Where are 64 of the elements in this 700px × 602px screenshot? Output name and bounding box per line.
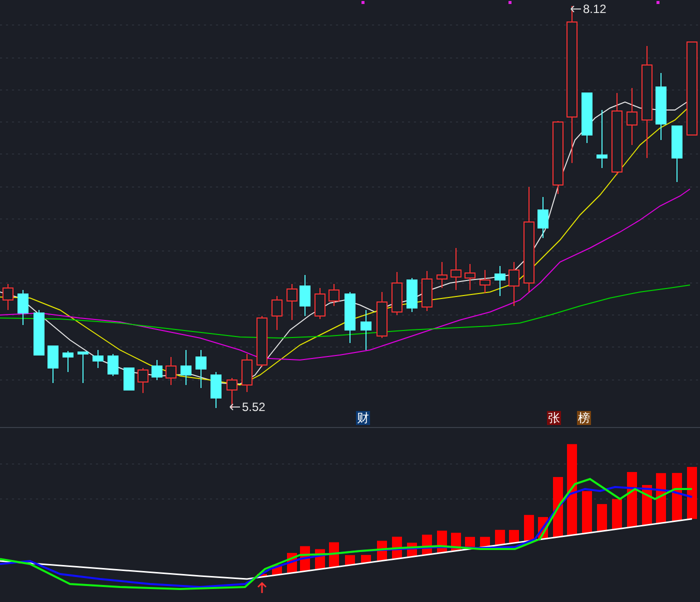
volume-bar [361, 554, 371, 563]
candlestick [2, 284, 14, 310]
candlestick [436, 262, 448, 288]
volume-bar [597, 504, 607, 532]
volume-bar [480, 536, 490, 547]
candlestick [92, 350, 104, 368]
candlestick [464, 264, 476, 290]
candlestick [314, 288, 326, 320]
candlestick [376, 292, 388, 338]
volume-bar [329, 542, 339, 568]
event-marker[interactable]: 财 [356, 411, 370, 425]
candlestick [210, 372, 222, 408]
volume-bar [672, 472, 682, 521]
candlestick [62, 350, 74, 372]
candlestick [108, 354, 118, 376]
candlestick [494, 266, 506, 296]
candlestick [596, 110, 608, 168]
candlestick [626, 88, 638, 146]
candlestick [360, 310, 372, 350]
candlestick [656, 72, 666, 140]
candlestick [196, 350, 206, 388]
arrow-left-icon [229, 403, 241, 411]
volume-bar [553, 477, 563, 538]
volume-bar [495, 530, 505, 545]
candlestick [272, 296, 282, 330]
volume-bar [627, 472, 637, 528]
event-marker[interactable]: 张 [547, 411, 561, 425]
candlestick [138, 368, 148, 394]
candlestick [34, 310, 44, 356]
candlestick [286, 284, 298, 320]
candlestick [672, 126, 682, 182]
event-marker[interactable]: 榜 [577, 411, 591, 425]
candlestick [242, 354, 252, 392]
candlestick [300, 274, 310, 316]
candlestick [124, 368, 134, 390]
volume-bar [345, 555, 355, 566]
candlestick [180, 350, 192, 386]
candlestick [166, 356, 176, 386]
high-price-label: 8.12 [583, 3, 606, 15]
candlestick [392, 272, 402, 316]
up-arrow-icon [257, 582, 267, 594]
candlestick [48, 346, 58, 384]
volume-bar [612, 499, 622, 530]
candlestick [450, 248, 462, 290]
candlestick [406, 278, 418, 312]
candlestick [256, 316, 268, 368]
candlestick [344, 292, 356, 344]
candlestick [422, 270, 432, 312]
low-price-label: 5.52 [242, 401, 266, 413]
candlestick [538, 196, 548, 238]
candlestick [78, 352, 88, 384]
volume-bar [509, 530, 519, 543]
candlestick [18, 290, 28, 326]
arrow-left-icon [570, 5, 582, 13]
volume-bar [582, 491, 592, 534]
candlestick [582, 92, 592, 144]
volume-bar [524, 514, 534, 541]
candlestick [226, 378, 238, 408]
candlestick [508, 262, 520, 306]
candlestick [328, 284, 340, 306]
candlestick [152, 360, 162, 380]
volume-bar [687, 466, 697, 519]
candlestick [480, 270, 490, 294]
volume-bar [656, 473, 666, 524]
